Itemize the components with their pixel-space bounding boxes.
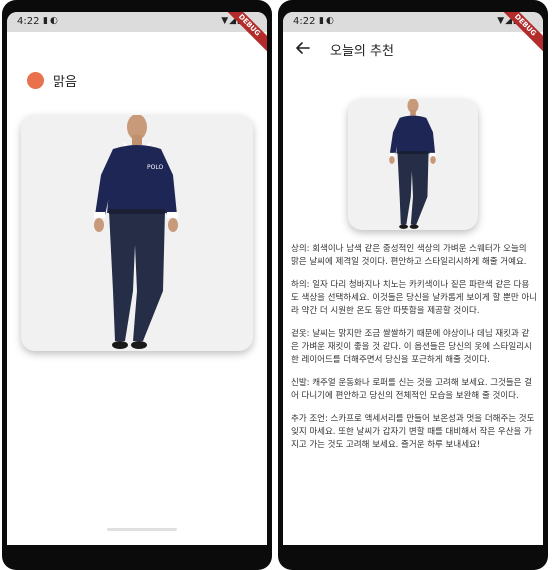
svg-text:POLO: POLO xyxy=(147,164,163,171)
recommendation-outerwear: 겉옷: 날씨는 맑지만 조금 쌀쌀하기 때문에 야상이나 데님 재킷과 같은 가… xyxy=(291,329,532,365)
weather-label: 맑음 xyxy=(53,75,77,90)
outfit-photo: POLO xyxy=(21,115,253,351)
home-screen: 4:22 ▮◐ ▼◢▮ DEBUG 맑음 POLO xyxy=(7,12,267,545)
weather-indicator: 맑음 xyxy=(27,71,77,90)
page-title: 오늘의 추천 xyxy=(330,44,394,59)
recommendation-extra: 추가 조언: 스카프로 액세서리를 만들어 보온성과 멋을 더해주는 것도 잊지… xyxy=(291,414,535,450)
recommendation-screen: 4:22 ▮◐ ▼◢▮ DEBUG 오늘의 추천 상의: 회색이나 남색 같은 … xyxy=(283,12,543,545)
notification-icons: ▮◐ xyxy=(319,16,336,26)
phone-frame-recommendation: 4:22 ▮◐ ▼◢▮ DEBUG 오늘의 추천 상의: 회색이나 남색 같은 … xyxy=(278,0,548,570)
recommendation-top: 상의: 회색이나 남색 같은 중성적인 색상의 가벼운 스웨터가 오늘의 맑은 … xyxy=(291,244,527,267)
weather-dot-icon xyxy=(27,72,44,89)
home-indicator[interactable] xyxy=(107,528,177,531)
status-bar: 4:22 ▮◐ ▼◢▮ DEBUG xyxy=(7,12,267,58)
status-time: 4:22 xyxy=(17,16,40,27)
phone-frame-home: 4:22 ▮◐ ▼◢▮ DEBUG 맑음 POLO xyxy=(2,0,272,570)
recommendation-outfit-image[interactable] xyxy=(348,99,478,230)
outfit-photo xyxy=(348,99,478,230)
recommendation-shoes: 신발: 캐주얼 운동화나 로퍼를 신는 것을 고려해 보세요. 그것들은 걸어 … xyxy=(291,378,533,401)
recommendation-bottom: 하의: 일자 다리 청바지나 치노는 카키색이나 짙은 파란색 같은 다용도 색… xyxy=(291,280,537,316)
status-time: 4:22 xyxy=(293,16,316,27)
app-bar: 오늘의 추천 xyxy=(283,32,543,68)
arrow-left-icon[interactable] xyxy=(293,38,313,58)
outfit-image-card[interactable]: POLO xyxy=(21,115,253,351)
recommendation-text: 상의: 회색이나 남색 같은 중성적인 색상의 가벼운 스웨터가 오늘의 맑은 … xyxy=(291,243,537,462)
notification-icons: ▮◐ xyxy=(43,16,60,26)
status-bar: 4:22 ▮◐ ▼◢▮ DEBUG xyxy=(283,12,543,58)
